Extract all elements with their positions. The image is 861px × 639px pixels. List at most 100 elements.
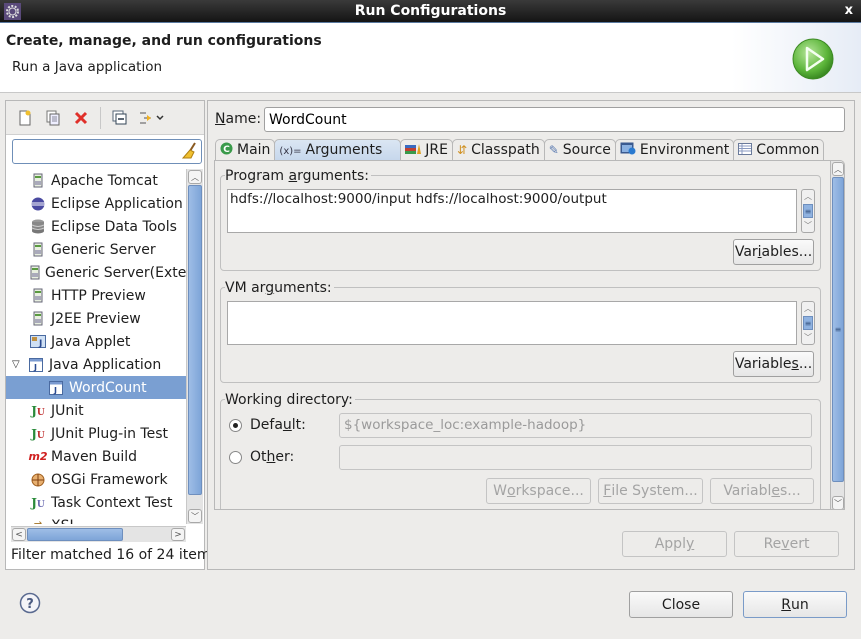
tab-common[interactable]: Common (733, 139, 825, 160)
tree-item[interactable]: ⇄ XSL (6, 514, 186, 525)
config-toolbar (6, 101, 204, 135)
arguments-icon: (x)= (279, 145, 302, 157)
tab-jre[interactable]: JRE (400, 139, 453, 160)
tab-environment[interactable]: Environment (614, 139, 735, 160)
radio-button[interactable] (229, 450, 242, 464)
run-icon (792, 38, 834, 80)
vm-arguments-scrollbar[interactable]: ︿ ≡ ﹀ (801, 301, 815, 345)
task-context-icon: JU (31, 495, 45, 510)
svg-text:?: ? (26, 597, 34, 612)
svg-text:J: J (33, 363, 37, 372)
filter-menu-button[interactable] (137, 107, 165, 129)
scroll-up-arrow-icon[interactable]: ︿ (832, 162, 844, 176)
eclipse-icon (30, 196, 46, 212)
tree-item-label: Generic Server(Exter (45, 264, 186, 281)
window-title: Run Configurations (354, 3, 507, 19)
program-arguments-textarea[interactable]: hdfs://localhost:9000/input hdfs://local… (227, 189, 797, 233)
revert-button[interactable]: Re v ert (734, 531, 839, 557)
radio-button[interactable] (229, 418, 242, 432)
header-title: Create, manage, and run configurations (6, 33, 322, 49)
apply-button[interactable]: Appl y (622, 531, 727, 557)
arguments-vertical-scrollbar[interactable]: ︿ ≡ ﹀ (830, 161, 844, 509)
clear-filter-icon[interactable] (181, 142, 199, 160)
vm-arguments-variables-button[interactable]: Variable s... (733, 351, 814, 377)
tab-main[interactable]: C Main (215, 139, 276, 160)
scroll-down-arrow-icon[interactable]: ﹀ (802, 219, 814, 232)
tree-item[interactable]: Generic Server(Exter (6, 261, 186, 284)
tree-item[interactable]: JU Task Context Test (6, 491, 186, 514)
file-system-button[interactable]: File System... (598, 478, 703, 504)
scroll-down-arrow-icon[interactable]: ﹀ (802, 331, 814, 344)
collapse-all-icon (112, 110, 127, 124)
scroll-up-arrow-icon[interactable]: ︿ (802, 190, 814, 203)
collapse-all-button[interactable] (109, 107, 131, 129)
maven-icon: m2 (28, 450, 48, 463)
scroll-thumb[interactable]: ≡ (832, 177, 844, 482)
scroll-thumb[interactable]: ≡ (803, 204, 813, 218)
tab-classpath[interactable]: ⇵ Classpath (452, 139, 545, 160)
tree-item[interactable]: JU JUnit (6, 399, 186, 422)
common-icon (738, 142, 753, 158)
tree-item[interactable]: Apache Tomcat (6, 169, 186, 192)
scroll-down-arrow-icon[interactable]: ﹀ (832, 496, 844, 509)
database-icon (30, 219, 46, 235)
scroll-up-arrow-icon[interactable]: ︿ (188, 170, 202, 184)
tree-vertical-scrollbar[interactable]: ︿ ﹀ (186, 169, 203, 524)
program-arguments-variables-button[interactable]: Var i ables... (733, 239, 814, 265)
tree-item[interactable]: OSGi Framework (6, 468, 186, 491)
tree-item[interactable]: Generic Server (6, 238, 186, 261)
scroll-down-arrow-icon[interactable]: ﹀ (188, 509, 202, 523)
scroll-left-arrow-icon[interactable]: < (12, 528, 26, 541)
scroll-thumb[interactable] (27, 528, 123, 541)
tab-source[interactable]: ✎ Source (543, 139, 616, 160)
delete-button[interactable] (70, 107, 92, 129)
other-directory-field[interactable] (339, 445, 812, 470)
tab-label: Common (756, 142, 820, 158)
tree-item[interactable]: J2EE Preview (6, 307, 186, 330)
duplicate-button[interactable] (42, 107, 64, 129)
working-directory-group: Working directory: Default: ${workspace_… (220, 392, 821, 509)
close-button[interactable]: Close (629, 591, 733, 618)
new-launch-configuration-button[interactable] (14, 107, 36, 129)
server-icon (30, 173, 46, 189)
window-close-button[interactable]: x (845, 3, 853, 18)
new-config-icon (19, 110, 31, 125)
delete-icon (74, 111, 88, 124)
tab-label: Environment (639, 142, 730, 158)
program-arguments-scrollbar[interactable]: ︿ ≡ ﹀ (801, 189, 815, 233)
tree-item-label: WordCount (69, 379, 147, 396)
filter-icon (140, 112, 164, 123)
scroll-thumb[interactable]: ≡ (803, 316, 813, 330)
tab-arguments[interactable]: (x)= Arguments (274, 139, 402, 160)
tree-item[interactable]: J Java Applet (6, 330, 186, 353)
tree-item[interactable]: HTTP Preview (6, 284, 186, 307)
working-directory-variables-button[interactable]: Variabl e s... (710, 478, 814, 504)
run-button[interactable]: Run (743, 591, 847, 618)
tab-label: JRE (425, 142, 448, 158)
header-subtitle: Run a Java application (12, 59, 163, 75)
tree-item-label: Generic Server (51, 241, 156, 258)
osgi-icon (30, 472, 46, 488)
tree-item[interactable]: Eclipse Data Tools (6, 215, 186, 238)
scroll-up-arrow-icon[interactable]: ︿ (802, 302, 814, 315)
filter-input[interactable] (16, 140, 176, 162)
help-icon[interactable]: ? (19, 592, 41, 614)
vm-arguments-textarea[interactable] (227, 301, 797, 345)
tree-item[interactable]: ▽ J Java Application (6, 353, 186, 376)
server-icon (30, 288, 46, 304)
expand-toggle-icon[interactable]: ▽ (12, 359, 24, 370)
default-directory-radio[interactable]: Default: (229, 417, 306, 433)
scroll-thumb[interactable] (188, 185, 202, 495)
tree-item-label: Eclipse Data Tools (51, 218, 177, 235)
program-arguments-label: Program arguments: (225, 168, 372, 184)
scroll-right-arrow-icon[interactable]: > (171, 528, 185, 541)
name-input[interactable] (264, 107, 845, 132)
tree-item[interactable]: Eclipse Application (6, 192, 186, 215)
workspace-button[interactable]: Wo rkspace... (486, 478, 591, 504)
other-directory-radio[interactable]: Other: (229, 449, 294, 465)
tree-item-label: OSGi Framework (51, 471, 168, 488)
tree-item[interactable]: J WordCount (6, 376, 186, 399)
tree-item[interactable]: JU JUnit Plug-in Test (6, 422, 186, 445)
tree-horizontal-scrollbar[interactable]: < > (11, 526, 186, 542)
tree-item[interactable]: m2 Maven Build (6, 445, 186, 468)
